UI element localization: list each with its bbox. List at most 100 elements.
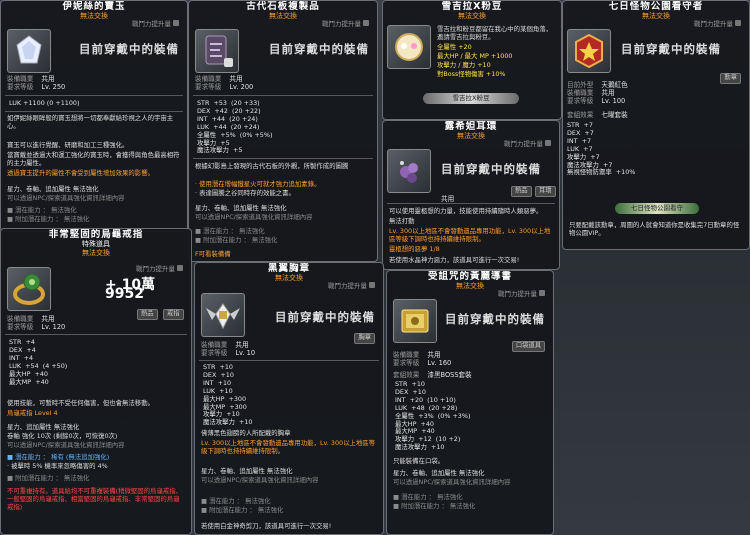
star-force-status: 星力、卷軸、追加屬性 無法強化 (195, 204, 287, 212)
item-icon (393, 299, 437, 343)
power-label: 戰鬥力提升量 (694, 20, 741, 29)
wearing-label: 目前穿戴中的裝備 (441, 162, 541, 176)
npc-hint: 可以透過NPC/探索道具強化資訊詳細內容 (7, 441, 125, 449)
tooltip-turtle-ring: 非常堅固的烏龜戒指 特殊道具 無法交換 戰鬥力提升量 + 10萬 9952 熱品… (0, 228, 192, 535)
category-hot-button[interactable]: 熱品 (137, 309, 158, 320)
description: 只能裝備在口袋。 (393, 457, 445, 465)
category-earring-button[interactable]: 耳環 (535, 186, 556, 197)
medal-banner: 雪吉拉X粉豆 (423, 93, 519, 104)
stat-hp-mp: 最大HP / 最大 MP +1000 (437, 52, 513, 60)
wearing-label: 目前穿戴中的裝備 (621, 42, 721, 56)
divider (199, 360, 379, 361)
earring-icon (400, 161, 418, 183)
tooltip-snow-pink: 雪吉拉X粉豆 無法交換 雪吉拉和粉豆都留在我心中的某個角落，邀請雪吉拉與粉豆。 … (382, 0, 562, 120)
potential: ■ 潛在能力 ： 無法強化 (201, 497, 271, 505)
power-icon (173, 20, 179, 26)
item-icon (387, 25, 431, 69)
tablet-icon (205, 35, 233, 67)
potential-line: · 被擊時 5% 機率來忽略傷害的 4% (7, 462, 108, 470)
power-label: 戰鬥力提升量 (328, 282, 375, 291)
divider (5, 95, 183, 96)
set-row: 套組效果 漆黑BOSS套裝 (393, 371, 472, 379)
medal-icon (395, 33, 423, 61)
power-icon (369, 282, 375, 288)
stat-all: 全屬性 +20 (437, 43, 472, 51)
divider (5, 334, 187, 335)
category-hot-button[interactable]: 熱品 (511, 186, 532, 197)
category-badge-button[interactable]: 胸章 (354, 333, 375, 344)
wing-badge-icon (206, 303, 240, 330)
potential: ■ 潛在能力 ： 稀有 (無法追加強化) (7, 453, 110, 461)
badge-type-button[interactable]: 勳章 (720, 73, 741, 84)
description: 只要配戴該勳章，周圍的人就會知道你是收集完7日勳章的怪物公園VIP。 (569, 221, 740, 238)
description: 雪吉拉和粉豆都留在我心中的某個角落，邀請雪吉拉與粉豆。 (437, 25, 553, 42)
level-row: 要求等級 Lv. 250 (7, 83, 66, 91)
stats-block: STR +7 DEX +7 INT +7 LUK +7 攻擊力 +7 魔法攻擊力… (567, 121, 636, 177)
category-pocket-button[interactable]: 口袋道具 (511, 341, 545, 352)
badge-icon (575, 33, 603, 69)
bonus-potential: ■ 附加潛在能力 ： 無法強化 (195, 236, 278, 244)
npc-hint: 可以透過NPC/探索道具強化資訊詳細內容 (7, 194, 125, 202)
level-row: 要求等級 Lv. 100 (567, 97, 626, 105)
star-force-status: 星力、卷軸、追加屬性 無法強化 (393, 469, 485, 477)
scroll-status: 卷軸 強化 10次 (剩餘0次，可恢復0次) (7, 432, 118, 440)
star-force-status: 星力、卷軸、追加屬性 無法強化 (7, 185, 99, 193)
level-row: 要求等級 Lv. 10 (201, 349, 256, 357)
stats-block: STR +10 DEX +10 INT +20 (10 +10) LUK +48… (395, 380, 471, 452)
set-row: 套組效果 七曜套裝 (567, 111, 628, 119)
divider (387, 203, 555, 204)
wearing-label: 目前穿戴中的裝備 (445, 312, 545, 326)
wearing-label: 目前穿戴中的裝備 (275, 310, 375, 324)
wearing-label: 目前穿戴中的裝備 (269, 42, 369, 56)
power-label: 戰鬥力提升量 (136, 265, 183, 274)
item-title: 受詛咒的黃麗導書 (427, 271, 512, 282)
bonus-potential: ■ 附加潛在能力 ： 無法強化 (393, 502, 476, 510)
item-icon (201, 293, 245, 337)
level-row: 要求等級 Lv. 200 (195, 83, 254, 91)
star-force-status: 星力、追加屬性 無法強化 (7, 423, 80, 431)
description-warning: 透過寶玉提升的屬性不會受到屬性增加效果的影響。 (7, 169, 154, 177)
stat-boss: 對Boss怪物傷害 +10% (437, 70, 506, 78)
trade-hint: 若使用白金神奇剪刀，該道具可進行一次交易! (201, 522, 332, 530)
ring-icon (13, 273, 45, 305)
category-ring-button[interactable]: 戒指 (163, 309, 184, 320)
tooltip-ancient-tablet: 古代石板複製品 無法交換 戰鬥力提升量 目前穿戴中的裝備 裝備職業 共用 要求等級… (188, 0, 378, 262)
item-icon (195, 29, 239, 73)
item-title: 雪吉拉X粉豆 (441, 1, 503, 12)
star-force-status: 星力、卷軸、追加屬性 無法強化 (201, 467, 293, 475)
power-icon (177, 265, 183, 271)
description: 使用技能，可暫時不受任何傷害，但也會無法移動。 (7, 399, 154, 407)
guardian-banner: 七日怪物公園看守 (615, 203, 699, 214)
tooltip-black-wing-badge: 黑翼胸章 無法交換 戰鬥力提升量 目前穿戴中的裝備 胸章 裝備職業 共用 要求等級… (194, 262, 384, 535)
wearing-label: 目前穿戴中的裝備 (79, 42, 179, 56)
jewel-icon (16, 35, 42, 64)
power-label: 戰鬥力提升量 (498, 290, 545, 299)
stats-block: STR +10 DEX +10 INT +10 LUK +10 最大HP +30… (203, 363, 253, 427)
bonus-potential: ■ 附加潛在能力 ： 無法強化 (7, 215, 90, 223)
description-2: 無法打動 (389, 217, 415, 225)
ring-level: 烏龜戒指 Level 4 (7, 409, 58, 417)
item-icon (387, 149, 431, 193)
item-title: 黑翼胸章 (267, 263, 310, 274)
bonus-potential: ■ 附加潛在能力 ： 無法強化 (201, 506, 284, 514)
item-icon (567, 29, 611, 73)
unique-warning: 不可重複持有。道具給均不可重複裝備(稍微堅固的烏龜戒指、一般堅固的烏龜戒指、相當… (7, 487, 183, 512)
stats-block: STR +53 (20 +33) DEX +42 (20 +22) INT +4… (197, 99, 273, 155)
divider (193, 158, 373, 159)
tooltip-ines-jewel: 伊妮絲的寶玉 無法交換 戰鬥力提升量 目前穿戴中的裝備 裝備職業 共用 要求等級 L… (0, 0, 188, 232)
item-category: 特殊道具 (82, 239, 110, 248)
trade-status: 無法交換 (82, 248, 110, 257)
item-title: 伊妮絲的寶玉 (62, 1, 126, 12)
power-value: + 10萬 9952 (105, 277, 156, 302)
stats-block: LUK +1100 (0 +1100) (9, 99, 80, 107)
description-3: 當寶戴並透過大和運工強化的寶玉時，會獲得與角色最高相符的主力屬性。 (7, 151, 180, 168)
description-2: 寶玉可以進行覺醒、研磨和加工三種強化。 (7, 141, 129, 149)
power-icon (539, 290, 545, 296)
trade-status: 無法交換 (458, 11, 486, 20)
description-2: · 使用潛在增幅鐵星火可就才強力追加素錄。 (195, 180, 321, 188)
item-title: 非常堅固的烏龜戒指 (48, 229, 144, 240)
tooltip-seven-day-guardian: 七日怪物公園看守者 無法交換 戰鬥力提升量 目前穿戴中的裝備 勳章 目前外型 天鵝… (562, 0, 750, 250)
description: 如伊妮絲眼眸般的寶玉想將一切都奉獻給珍視之人的宇宙主心。 (7, 114, 174, 131)
description: 根據幻影島上發現的古代石板的外觀，所製作成的圖騰 (195, 162, 349, 170)
description-3: · 表達圖騰之谷同時存的效能之書。 (195, 189, 295, 197)
